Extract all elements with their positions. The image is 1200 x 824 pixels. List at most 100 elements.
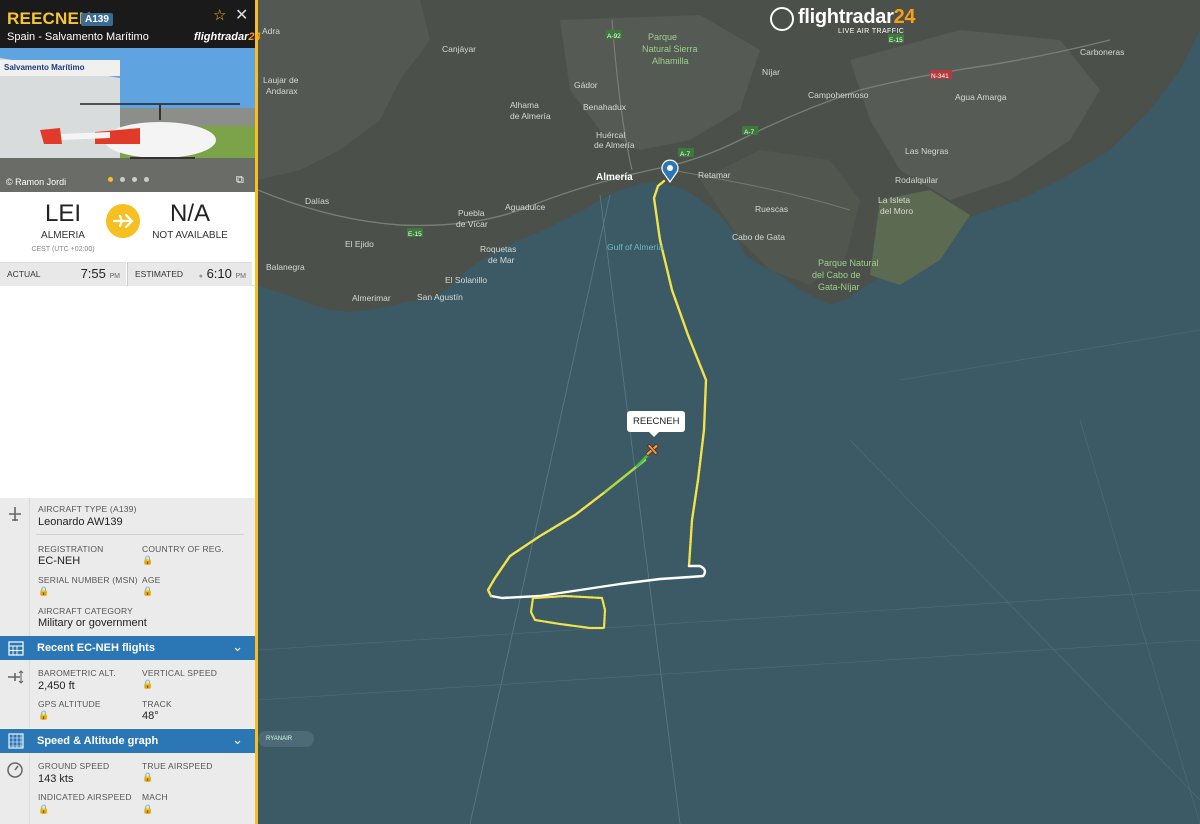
map-label: Cabo de Gata (732, 232, 785, 242)
registration-label: REGISTRATION (38, 544, 104, 554)
age-label: AGE (142, 575, 161, 585)
speedometer-icon (7, 762, 23, 778)
lock-icon[interactable]: 🔒 (38, 710, 49, 721)
chevron-down-icon: ⌄ (232, 732, 243, 747)
speed-section: GROUND SPEED 143 kts TRUE AIRSPEED 🔒 IND… (0, 753, 255, 824)
map-label: Almería (596, 172, 633, 183)
carousel-dot[interactable] (132, 177, 137, 182)
aircraft-photo[interactable]: Salvamento Marítimo © Ramon Jordi ⧉ (0, 48, 255, 192)
favorite-star-icon[interactable]: ☆ (213, 8, 229, 24)
flightradar24-logo[interactable]: flightradar24 LIVE AIR TRAFFIC (770, 4, 920, 36)
map-label: de Vícar (456, 219, 488, 229)
route-section: LEI ALMERIA CEST (UTC +02:00) N/A NOT AV… (0, 192, 255, 286)
aircraft-category-label: AIRCRAFT CATEGORY (38, 606, 134, 616)
flight-progress-area (0, 286, 255, 498)
map-label: Almerimar (352, 293, 391, 303)
lock-icon[interactable]: 🔒 (142, 586, 153, 597)
map-label: Andarax (266, 86, 298, 96)
map-label: Campohermoso (808, 90, 869, 100)
map-label: A-7 (744, 129, 755, 136)
close-icon[interactable]: ✕ (235, 8, 251, 24)
aircraft-type-badge: A139 (81, 13, 113, 26)
aircraft-type-label: AIRCRAFT TYPE (A139) (38, 504, 137, 514)
map-label: Alhama (510, 100, 539, 110)
chevron-down-icon: ⌄ (232, 639, 243, 654)
map-label: Rodalquilar (895, 175, 938, 185)
map-label: El Solanillo (445, 275, 487, 285)
country-label: COUNTRY OF REG. (142, 544, 225, 554)
other-aircraft-label[interactable]: RYANAIR (258, 731, 314, 747)
map-label: Balanegra (266, 262, 305, 272)
place-label: Adra (262, 26, 280, 36)
true-airspeed-label: TRUE AIRSPEED (142, 761, 213, 771)
speed-altitude-graph-bar[interactable]: Speed & Altitude graph ⌄ (0, 729, 255, 753)
actual-time-row: ACTUAL 7:55 PM (0, 262, 126, 286)
carousel-dot[interactable] (144, 177, 149, 182)
map-label: Gádor (574, 80, 598, 90)
track-value: 48° (142, 710, 159, 722)
aircraft-type-value: Leonardo AW139 (38, 516, 123, 528)
map-label: Agua Amarga (955, 92, 1007, 102)
operator-name: Spain - Salvamento Marítimo (7, 31, 149, 43)
lock-icon[interactable]: 🔒 (142, 772, 153, 783)
photo-carousel-dots[interactable] (108, 169, 156, 187)
callsign: REECNEH (7, 9, 92, 28)
map-label: A-7 (680, 151, 691, 158)
map-label: de Mar (488, 255, 515, 265)
aircraft-info-section: AIRCRAFT TYPE (A139) Leonardo AW139 REGI… (0, 498, 255, 636)
aircraft-callsign-label[interactable]: REECNEH (627, 411, 686, 437)
map-label: Roquetas (480, 244, 516, 254)
map-label: Huércal (596, 130, 625, 140)
hangar-sign-text: Salvamento Marítimo (4, 63, 85, 72)
carousel-dot[interactable] (120, 177, 125, 182)
destination-code: N/A (169, 200, 210, 227)
lock-icon[interactable]: 🔒 (142, 555, 153, 566)
map-label: de Almería (510, 111, 551, 121)
carousel-dot[interactable] (108, 177, 113, 182)
map-label: Aguadulce (505, 202, 545, 212)
lock-icon[interactable]: 🔒 (38, 804, 49, 815)
altitude-icon (8, 670, 24, 684)
map-label: Carboneras (1080, 47, 1124, 57)
airplane-icon (9, 507, 21, 521)
barometric-altitude-value: 2,450 ft (38, 680, 75, 692)
map-label: E-15 (889, 37, 903, 44)
map-label: Parque Natural (818, 258, 879, 268)
map-label: Parque (648, 32, 677, 42)
map-label: Dalías (305, 196, 329, 206)
lock-icon[interactable]: 🔒 (142, 804, 153, 815)
registration-value: EC-NEH (38, 555, 81, 567)
recent-flights-bar[interactable]: Recent EC-NEH flights ⌄ (0, 636, 255, 660)
map-label: Benahadux (583, 102, 627, 112)
map-label: de Almería (594, 140, 635, 150)
lock-icon[interactable]: 🔒 (38, 586, 49, 597)
map-label: Natural Sierra (642, 44, 698, 54)
destination-name: NOT AVAILABLE (152, 230, 228, 241)
map-label: Alhamilla (652, 56, 689, 66)
indicated-airspeed-label: INDICATED AIRSPEED (38, 792, 132, 802)
map-label: N-341 (931, 73, 949, 80)
map-label: del Cabo de (812, 270, 861, 280)
map-label: El Ejido (345, 239, 374, 249)
map-label: Las Negras (905, 146, 948, 156)
photo-credit: © Ramon Jordi (6, 177, 67, 187)
external-link-icon[interactable]: ⧉ (236, 174, 248, 186)
speed-altitude-graph-label: Speed & Altitude graph (37, 735, 159, 747)
serial-number-label: SERIAL NUMBER (MSN) (38, 575, 138, 585)
aircraft-category-value: Military or government (38, 617, 147, 629)
mach-label: MACH (142, 792, 168, 802)
estimated-time: ● 6:10 PM (198, 266, 246, 281)
fr24-small-logo: flightradar24 (194, 31, 261, 43)
map-label: del Moro (880, 206, 913, 216)
estimated-label: ESTIMATED (135, 269, 184, 279)
actual-time: 7:55 PM (80, 266, 120, 281)
estimated-time-row: ESTIMATED ● 6:10 PM (127, 262, 252, 286)
vertical-speed-label: VERTICAL SPEED (142, 668, 218, 678)
actual-label: ACTUAL (7, 269, 41, 279)
flight-info-panel: REECNEH A139 Spain - Salvamento Marítimo… (0, 0, 261, 824)
map-label: La Isleta (878, 195, 910, 205)
map-label: Ruescas (755, 204, 788, 214)
barometric-altitude-label: BAROMETRIC ALT. (38, 668, 116, 678)
map-label: Puebla (458, 208, 485, 218)
lock-icon[interactable]: 🔒 (142, 679, 153, 690)
